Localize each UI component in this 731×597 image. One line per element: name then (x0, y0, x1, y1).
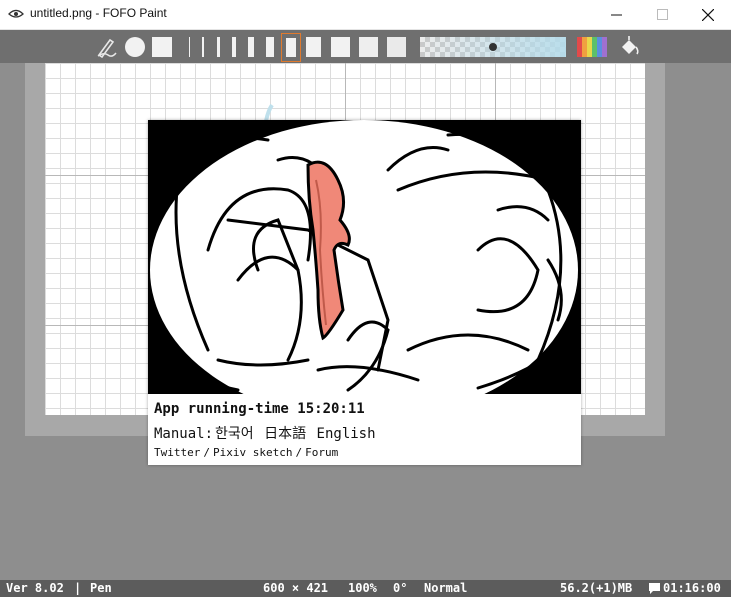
app-icon (8, 9, 24, 18)
memory-text: 56.2(+1)MB (560, 581, 633, 595)
square-brush-icon[interactable] (152, 37, 172, 57)
blend-mode-text: Normal (424, 581, 468, 595)
version-text: Ver 8.02 (6, 581, 64, 595)
window-title: untitled.png - FOFO Paint (30, 6, 167, 20)
title-bar: untitled.png - FOFO Paint (0, 0, 731, 30)
color-palette-button[interactable] (577, 37, 607, 57)
opacity-slider-knob[interactable] (489, 43, 497, 51)
width-option-5[interactable] (248, 37, 254, 57)
canvas-size-text: 600 × 421 (263, 581, 329, 595)
width-option-selected[interactable] (281, 33, 301, 62)
manual-row: Manual: 한국어 日本語 English (154, 423, 376, 443)
status-divider: | (74, 581, 82, 595)
width-option-2[interactable] (202, 37, 204, 57)
fill-bucket-icon[interactable] (618, 35, 640, 59)
zoom-text: 100% (348, 581, 377, 595)
forum-link[interactable]: Forum (305, 446, 338, 459)
gray-swatch-1[interactable] (331, 37, 350, 57)
minimize-button[interactable] (593, 0, 639, 29)
twitter-link[interactable]: Twitter (154, 446, 200, 459)
rotation-text: 0° (393, 581, 408, 595)
width-option-8[interactable] (306, 37, 321, 57)
info-dialog: App running-time 15:20:11 Manual: 한국어 日本語… (148, 120, 581, 465)
chat-icon (649, 583, 660, 594)
minimize-icon (610, 14, 622, 16)
pen-icon[interactable] (96, 36, 118, 58)
status-bar: Ver 8.02 | Pen 600 × 421 100% 0° Normal … (0, 580, 731, 597)
width-option-1[interactable] (189, 37, 190, 57)
toolbar (0, 30, 731, 63)
brush-size-dot-icon[interactable] (124, 36, 146, 58)
width-option-4[interactable] (232, 37, 236, 57)
splash-illustration (148, 120, 581, 394)
opacity-slider[interactable] (420, 37, 566, 57)
social-links-row: Twitter / Pixiv sketch / Forum (154, 446, 338, 459)
pixiv-sketch-link[interactable]: Pixiv sketch (213, 446, 292, 459)
clock-text: 01:16:00 (663, 581, 721, 595)
gray-swatch-3[interactable] (387, 37, 406, 57)
maximize-icon (656, 9, 668, 20)
width-option-3[interactable] (217, 37, 220, 57)
manual-link-japanese[interactable]: 日本語 (264, 426, 306, 442)
maximize-button[interactable] (639, 0, 685, 29)
link-separator: / (295, 446, 303, 459)
manual-link-korean[interactable]: 한국어 (215, 426, 254, 442)
close-button[interactable] (685, 0, 731, 29)
manual-label: Manual: (154, 426, 214, 442)
app-runtime-text: App running-time 15:20:11 (154, 401, 365, 417)
close-icon (702, 8, 714, 21)
gray-swatch-2[interactable] (359, 37, 378, 57)
manual-link-english[interactable]: English (317, 426, 376, 442)
width-option-6[interactable] (266, 37, 274, 57)
current-tool-text: Pen (90, 581, 112, 595)
link-separator: / (203, 446, 210, 459)
